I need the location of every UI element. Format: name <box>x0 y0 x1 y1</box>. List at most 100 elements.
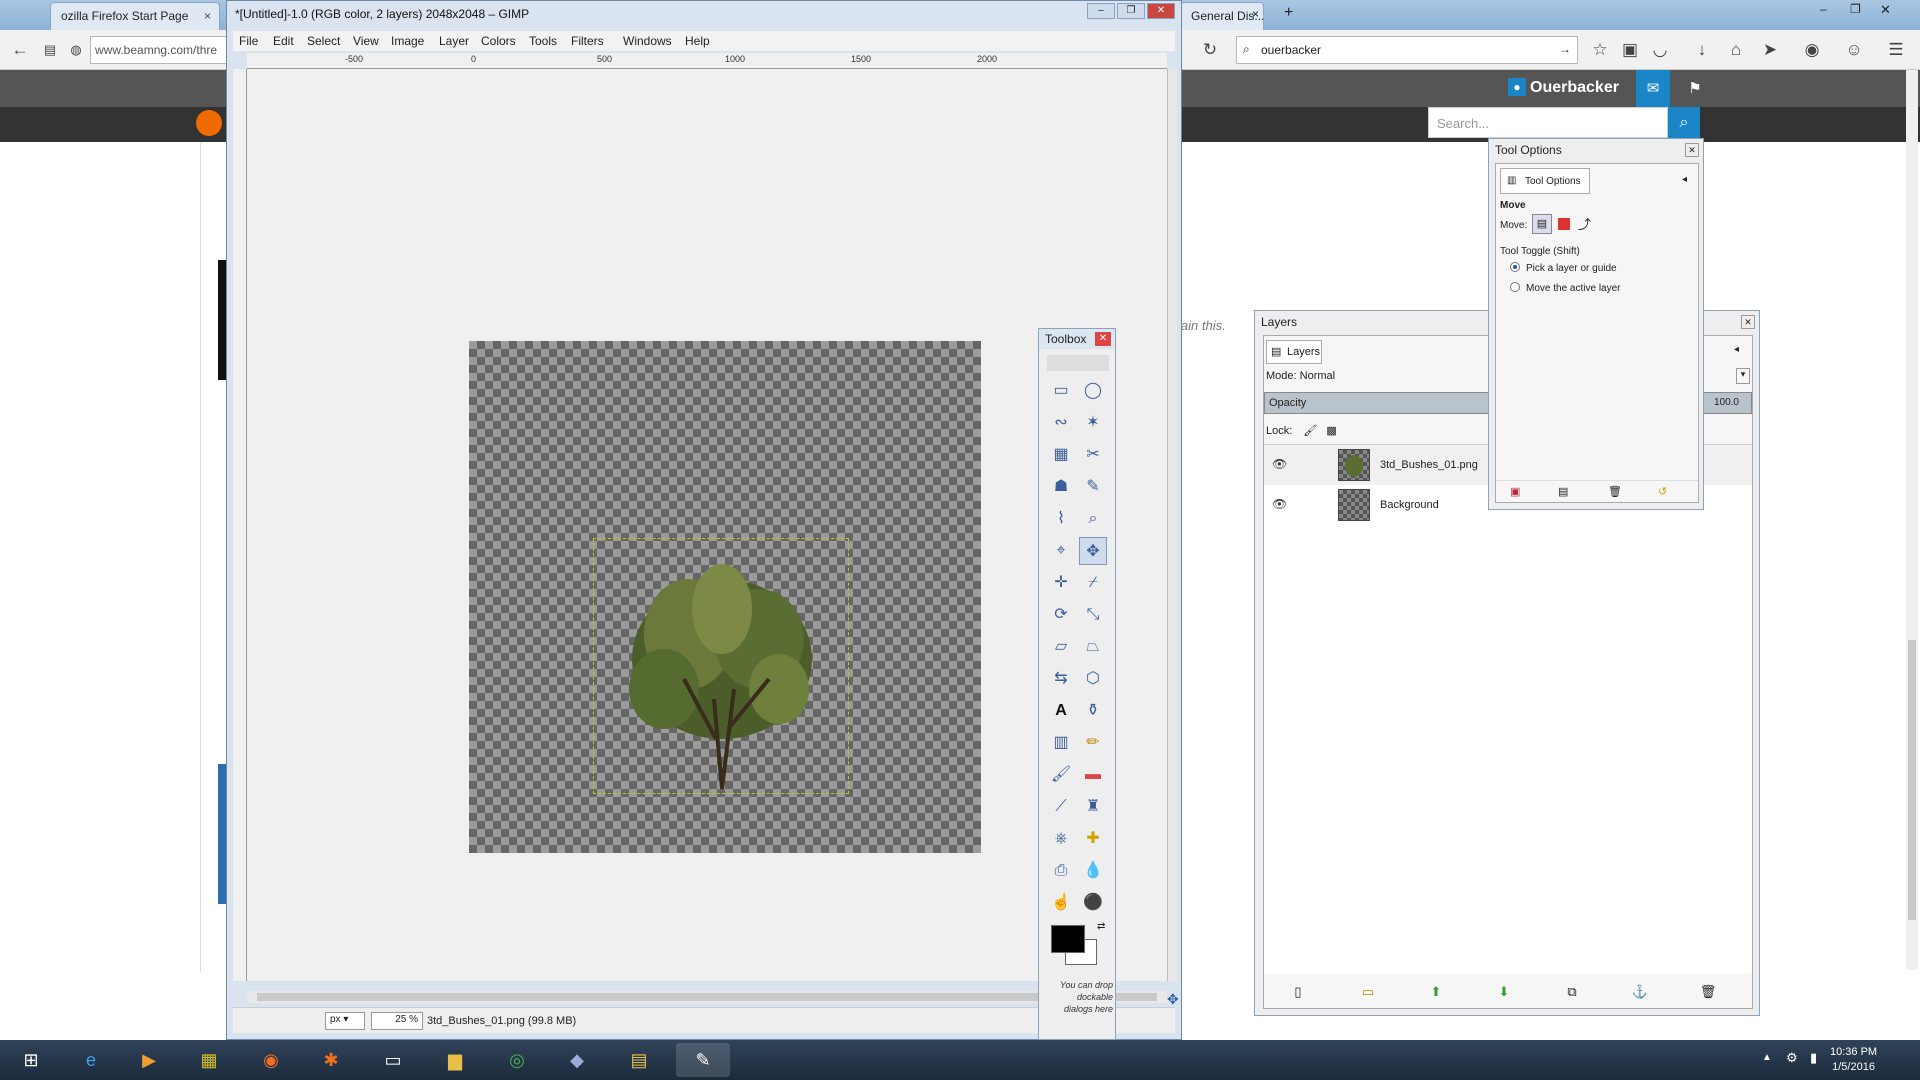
close-icon[interactable]: ✕ <box>1095 332 1111 346</box>
addon-icon[interactable]: ◉ <box>1800 38 1824 62</box>
arrow-right-icon[interactable]: → <box>1559 42 1571 56</box>
firefox-icon[interactable]: ◉ <box>244 1043 298 1077</box>
heal-icon[interactable]: ✚ <box>1079 825 1107 853</box>
back-arrow-icon[interactable]: ← <box>8 38 32 62</box>
user-name-link[interactable]: Ouerbacker <box>1530 79 1619 97</box>
menu-icon[interactable]: ☰ <box>1884 38 1908 62</box>
browser-search-input[interactable]: ⌕ ouerbacker → <box>1236 36 1578 64</box>
menu-edit[interactable]: Edit <box>273 34 294 48</box>
reset-icon[interactable]: ↺ <box>1658 485 1667 498</box>
taskbar-clock[interactable]: 10:36 PM 1/5/2016 <box>1830 1045 1877 1075</box>
new-tab-button[interactable]: + <box>1284 4 1293 22</box>
maximize-icon[interactable]: ❐ <box>1117 3 1145 19</box>
page-scrollbar[interactable] <box>1906 70 1918 970</box>
tray-icon[interactable]: ⚙ <box>1786 1050 1798 1066</box>
send-icon[interactable]: ➤ <box>1758 38 1782 62</box>
perspective-clone-icon[interactable]: ⎙ <box>1047 857 1075 885</box>
download-icon[interactable]: ↓ <box>1690 38 1714 62</box>
text-tool-icon[interactable]: A <box>1047 697 1075 725</box>
swap-colors-icon[interactable]: ⇄ <box>1097 921 1105 932</box>
flag-icon[interactable]: ⚑ <box>1678 70 1712 107</box>
bucket-fill-icon[interactable]: ⚱ <box>1079 697 1107 725</box>
airbrush-icon[interactable]: ⟋ <box>1047 793 1075 821</box>
rect-select-icon[interactable]: ▭ <box>1047 377 1075 405</box>
chevron-down-icon[interactable]: ▾ <box>1736 368 1750 384</box>
vertical-ruler[interactable] <box>233 69 247 981</box>
close-icon[interactable]: ✕ <box>1741 315 1755 329</box>
chat-icon[interactable]: ☺ <box>1842 38 1866 62</box>
opacity-value[interactable]: 100.0 <box>1714 397 1739 408</box>
globe-icon[interactable]: ◍ <box>64 38 88 62</box>
blend-icon[interactable]: ▥ <box>1047 729 1075 757</box>
close-icon[interactable]: × <box>1252 7 1259 21</box>
mode-select[interactable]: Mode: Normal <box>1266 370 1335 382</box>
pocket-icon[interactable]: ◡ <box>1648 38 1672 62</box>
reload-icon[interactable]: ↻ <box>1198 38 1222 62</box>
browser-tab-start-page[interactable]: ozilla Firefox Start Page × <box>50 2 220 30</box>
radio-pick-layer[interactable]: Pick a layer or guide <box>1510 262 1617 274</box>
search-icon[interactable]: ⌕ <box>1668 107 1700 138</box>
menu-help[interactable]: Help <box>685 34 710 48</box>
film-icon[interactable]: ▦ <box>182 1043 236 1077</box>
menu-select[interactable]: Select <box>307 34 340 48</box>
bookmark-star-icon[interactable]: ☆ <box>1588 38 1612 62</box>
vertical-scrollbar[interactable] <box>1167 69 1177 981</box>
layer-boundary[interactable] <box>593 538 849 794</box>
move-layer-icon[interactable]: ▤ <box>1532 214 1552 234</box>
chrome-icon[interactable]: ◎ <box>490 1043 544 1077</box>
url-bar[interactable]: www.beamng.com/thre <box>90 36 230 64</box>
panel-menu-icon[interactable]: ◂ <box>1734 344 1739 355</box>
network-icon[interactable]: ▮ <box>1810 1050 1817 1066</box>
fuzzy-select-icon[interactable]: ✶ <box>1079 409 1107 437</box>
scrollbar-thumb[interactable] <box>1908 640 1916 920</box>
pencil-icon[interactable]: ✏ <box>1079 729 1107 757</box>
raise-layer-icon[interactable]: ⬆ <box>1426 984 1446 1000</box>
close-icon[interactable]: ✕ <box>1147 3 1175 19</box>
paths-icon[interactable]: ✎ <box>1079 473 1107 501</box>
radio-icon[interactable] <box>1510 282 1520 292</box>
ie-icon[interactable]: e <box>64 1043 118 1077</box>
lower-layer-icon[interactable]: ⬇ <box>1494 984 1514 1000</box>
scrollbar-thumb[interactable] <box>257 993 1157 1001</box>
measure-icon[interactable]: ⌖ <box>1047 537 1075 565</box>
delete-icon[interactable]: 🗑 <box>1698 984 1718 1000</box>
eye-icon[interactable]: 👁 <box>1272 457 1287 471</box>
rotate-icon[interactable]: ⟳ <box>1047 601 1075 629</box>
site-search-input[interactable]: Search... <box>1428 107 1668 138</box>
shear-icon[interactable]: ▱ <box>1047 633 1075 661</box>
restore-icon[interactable]: ▤ <box>1558 485 1568 498</box>
ellipse-select-icon[interactable]: ◯ <box>1079 377 1107 405</box>
cage-transform-icon[interactable]: ⬡ <box>1079 665 1107 693</box>
navigate-icon[interactable]: ✥ <box>1167 991 1181 1007</box>
clone-icon[interactable]: ⎈ <box>1047 825 1075 853</box>
scale-icon[interactable]: ⤡ <box>1079 601 1107 629</box>
site-logo-icon[interactable] <box>196 110 222 136</box>
color-select-icon[interactable]: ▦ <box>1047 441 1075 469</box>
horizontal-scrollbar[interactable] <box>247 991 1167 1003</box>
mail-icon[interactable]: ✉ <box>1636 70 1670 107</box>
eraser-icon[interactable]: ▬ <box>1079 761 1107 789</box>
bookmarks-icon[interactable]: ▣ <box>1618 38 1642 62</box>
menu-view[interactable]: View <box>353 34 379 48</box>
crop-icon[interactable]: ⌿ <box>1079 569 1107 597</box>
new-group-icon[interactable]: ▭ <box>1358 984 1378 1000</box>
save-icon[interactable]: ▣ <box>1510 485 1520 498</box>
close-icon[interactable]: × <box>204 9 211 23</box>
close-icon[interactable]: ✕ <box>1880 2 1891 18</box>
tray-arrow-icon[interactable]: ▲ <box>1762 1052 1772 1063</box>
beamng-icon[interactable]: ✱ <box>304 1043 358 1077</box>
ink-icon[interactable]: ♜ <box>1079 793 1107 821</box>
notepad-icon[interactable]: ▭ <box>366 1043 420 1077</box>
app-icon[interactable]: ◆ <box>550 1043 604 1077</box>
move-path-icon[interactable]: ⤴ <box>1578 214 1591 233</box>
app-icon[interactable]: ▤ <box>612 1043 666 1077</box>
menu-colors[interactable]: Colors <box>481 34 516 48</box>
menu-filters[interactable]: Filters <box>571 34 604 48</box>
paintbrush-icon[interactable]: 🖌 <box>1047 761 1075 789</box>
menu-image[interactable]: Image <box>391 34 424 48</box>
move-selection-icon[interactable] <box>1558 218 1570 230</box>
perspective-icon[interactable]: ⏢ <box>1079 633 1107 661</box>
unit-select[interactable]: px ▾ <box>325 1012 365 1030</box>
media-player-icon[interactable]: ▶ <box>122 1043 176 1077</box>
minimize-icon[interactable]: – <box>1087 3 1115 19</box>
